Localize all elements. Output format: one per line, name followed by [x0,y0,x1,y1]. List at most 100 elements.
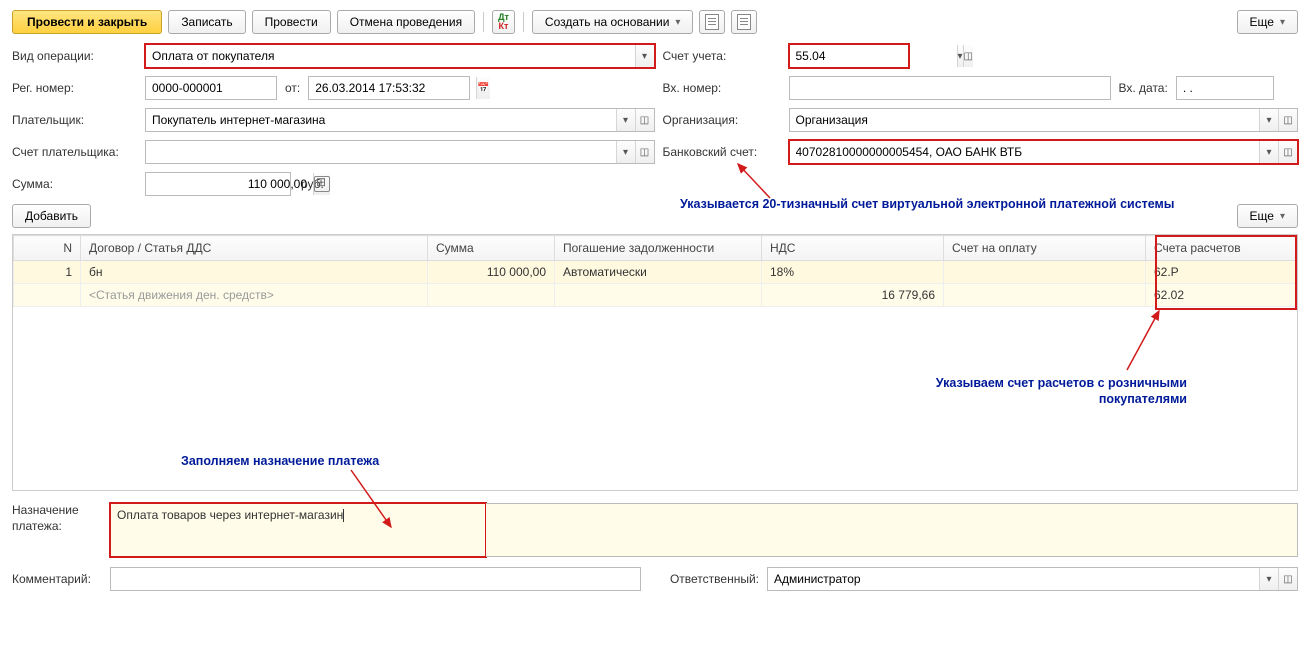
cell-sum[interactable]: 110 000,00 [428,261,555,284]
col-vat[interactable]: НДС [762,236,944,261]
responsible-input[interactable] [768,568,1259,590]
add-row-button[interactable]: Добавить [12,204,91,228]
separator [523,12,524,32]
dt-kt-button[interactable]: ДтКт [492,10,515,34]
text-cursor [343,509,344,522]
open-icon[interactable]: ◫ [1278,109,1297,131]
document-icon [737,14,751,30]
create-based-on-button[interactable]: Создать на основании [532,10,694,34]
dropdown-icon[interactable]: ▾ [1259,141,1278,163]
dropdown-icon[interactable]: ▾ [616,141,635,163]
org-input[interactable] [790,109,1260,131]
table-row[interactable]: 1 бн 110 000,00 Автоматически 18% 62.Р [14,261,1297,284]
bottom-section: Назначение платежа: Оплата товаров через… [12,503,1298,591]
in-num-field[interactable] [789,76,1111,100]
account-input[interactable] [790,45,957,67]
more-button[interactable]: Еще [1237,10,1298,34]
col-sum[interactable]: Сумма [428,236,555,261]
responsible-field[interactable]: ▾ ◫ [767,567,1298,591]
cell-invoice[interactable] [944,261,1146,284]
table-more-button[interactable]: Еще [1237,204,1298,228]
payer-input[interactable] [146,109,616,131]
payer-label: Плательщик: [12,113,137,127]
payer-acc-field[interactable]: ▾ ◫ [145,140,655,164]
cell-contract[interactable]: бн [81,261,428,284]
purpose-label: Назначение платежа: [12,503,102,534]
col-accounts[interactable]: Счета расчетов [1146,236,1297,261]
reg-date-field[interactable]: 📅 [308,76,470,100]
table-row[interactable]: <Статья движения ден. средств> 16 779,66… [14,284,1297,307]
from-label: от: [285,81,300,95]
dropdown-icon[interactable]: ▾ [1259,109,1278,131]
open-icon[interactable]: ◫ [963,45,973,67]
account-field[interactable]: ▾ ◫ [789,44,909,68]
open-icon[interactable]: ◫ [635,141,654,163]
open-icon[interactable]: ◫ [1278,141,1297,163]
dropdown-icon[interactable]: ▾ [616,109,635,131]
dropdown-icon[interactable]: ▾ [1259,568,1278,590]
report-button-1[interactable] [699,10,725,34]
post-button[interactable]: Провести [252,10,331,34]
account-label: Счет учета: [663,49,781,63]
payer-acc-input[interactable] [146,141,616,163]
arrow-icon [1117,305,1167,375]
col-contract[interactable]: Договор / Статья ДДС [81,236,428,261]
op-type-field[interactable]: ▾ [145,44,655,68]
save-button[interactable]: Записать [168,10,245,34]
cell-n: 1 [14,261,81,284]
reg-num-field[interactable] [145,76,277,100]
bank-acc-label: Банковский счет: [663,145,781,159]
col-invoice[interactable]: Счет на оплату [944,236,1146,261]
op-type-input[interactable] [146,45,635,67]
post-and-close-button[interactable]: Провести и закрыть [12,10,162,34]
purpose-field-rest[interactable] [486,503,1298,557]
cell-acc[interactable]: 62.Р [1146,261,1297,284]
org-field[interactable]: ▾ ◫ [789,108,1299,132]
org-label: Организация: [663,113,781,127]
payments-table: N Договор / Статья ДДС Сумма Погашение з… [12,234,1298,491]
cell-dds[interactable]: <Статья движения ден. средств> [81,284,428,307]
document-icon [705,14,719,30]
reg-date-input[interactable] [309,77,476,99]
separator [483,12,484,32]
in-date-field[interactable]: 📅 [1176,76,1274,100]
in-date-input[interactable] [1177,77,1310,99]
report-button-2[interactable] [731,10,757,34]
cell-vat[interactable]: 18% [762,261,944,284]
sum-input[interactable] [146,173,313,195]
calendar-icon[interactable]: 📅 [476,77,489,99]
purpose-text[interactable]: Оплата товаров через интернет-магазин [117,508,343,522]
payer-field[interactable]: ▾ ◫ [145,108,655,132]
sum-label: Сумма: [12,177,137,191]
responsible-label: Ответственный: [649,572,759,586]
open-icon[interactable]: ◫ [1278,568,1297,590]
cancel-post-button[interactable]: Отмена проведения [337,10,475,34]
form-fields: Вид операции: ▾ Счет учета: ▾ ◫ Рег. ном… [12,44,1298,196]
col-n[interactable]: N [14,236,81,261]
cell-repay[interactable]: Автоматически [555,261,762,284]
main-toolbar: Провести и закрыть Записать Провести Отм… [12,10,1298,34]
cell-vat-sum: 16 779,66 [762,284,944,307]
op-type-label: Вид операции: [12,49,137,63]
payer-acc-label: Счет плательщика: [12,145,137,159]
calculator-icon[interactable] [313,173,330,195]
annotation-bank: Указывается 20-тизначный счет виртуально… [680,196,1174,212]
comment-field[interactable] [110,567,641,591]
in-num-label: Вх. номер: [663,81,781,95]
cell-acc2[interactable]: 62.02 [1146,284,1297,307]
bank-acc-input[interactable] [790,141,1260,163]
annotation-accounts: Указываем счет расчетов с розничными пок… [857,375,1187,408]
comment-label: Комментарий: [12,572,102,586]
col-repay[interactable]: Погашение задолженности [555,236,762,261]
open-icon[interactable]: ◫ [635,109,654,131]
purpose-field-highlighted[interactable]: Оплата товаров через интернет-магазин [110,503,486,557]
bank-acc-field[interactable]: ▾ ◫ [789,140,1299,164]
table-toolbar: Добавить Указывается 20-тизначный счет в… [12,204,1298,228]
in-date-label: Вх. дата: [1119,81,1168,95]
in-num-input[interactable] [790,77,1110,99]
dropdown-icon[interactable]: ▾ [635,45,654,67]
comment-input[interactable] [111,568,640,590]
reg-num-label: Рег. номер: [12,81,137,95]
annotation-purpose: Заполняем назначение платежа [181,453,379,469]
sum-field[interactable] [145,172,291,196]
